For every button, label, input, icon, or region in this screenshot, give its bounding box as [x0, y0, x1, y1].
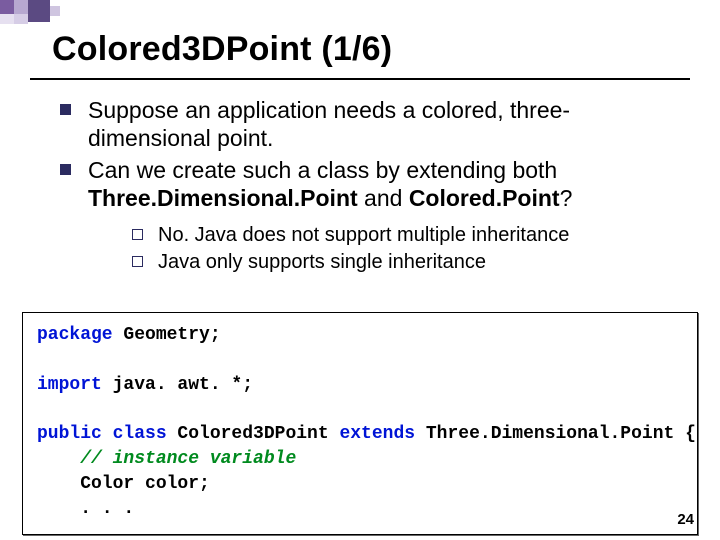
bullet-text: Suppose an application needs a colored, …	[88, 97, 570, 151]
bold-class-name: Colored.Point	[409, 185, 560, 211]
deco-square-icon	[14, 14, 28, 24]
deco-square-icon	[50, 6, 60, 16]
deco-square-icon	[28, 0, 50, 22]
deco-square-icon	[14, 0, 28, 14]
code-text: Geometry;	[113, 325, 221, 345]
page-number: 24	[677, 511, 694, 528]
code-text: Color color;	[37, 474, 210, 494]
code-keyword: package	[37, 325, 113, 345]
code-text: java. awt. *;	[102, 375, 253, 395]
bullet-text-part: and	[358, 185, 409, 211]
bullet-text-part: Can we create such a class by extending …	[88, 157, 557, 183]
deco-square-icon	[0, 14, 14, 24]
code-keyword: public class	[37, 424, 167, 444]
sub-bullet-list: No. Java does not support multiple inher…	[88, 222, 680, 276]
bullet-item: Suppose an application needs a colored, …	[54, 96, 680, 152]
code-text: Three.Dimensional.Point {	[415, 424, 696, 444]
slide: Colored3DPoint (1/6) Suppose an applicat…	[0, 0, 720, 540]
code-keyword: extends	[339, 424, 415, 444]
bullet-text-part: ?	[560, 185, 573, 211]
sub-bullet-text: Java only supports single inheritance	[158, 251, 486, 273]
code-comment: // instance variable	[37, 449, 296, 469]
slide-body: Suppose an application needs a colored, …	[54, 96, 680, 280]
sub-bullet-text: No. Java does not support multiple inher…	[158, 224, 569, 246]
code-block: package Geometry; import java. awt. *; p…	[22, 312, 698, 535]
bullet-list: Suppose an application needs a colored, …	[54, 96, 680, 276]
sub-bullet-item: No. Java does not support multiple inher…	[130, 222, 680, 249]
bullet-item: Can we create such a class by extending …	[54, 156, 680, 276]
code-text: . . .	[37, 499, 134, 519]
code-keyword: import	[37, 375, 102, 395]
bold-class-name: Three.Dimensional.Point	[88, 185, 358, 211]
code-text: Colored3DPoint	[167, 424, 340, 444]
corner-decoration	[0, 0, 140, 26]
title-underline	[30, 78, 690, 80]
sub-bullet-item: Java only supports single inheritance	[130, 249, 680, 276]
deco-square-icon	[0, 0, 14, 14]
slide-title: Colored3DPoint (1/6)	[52, 30, 392, 69]
